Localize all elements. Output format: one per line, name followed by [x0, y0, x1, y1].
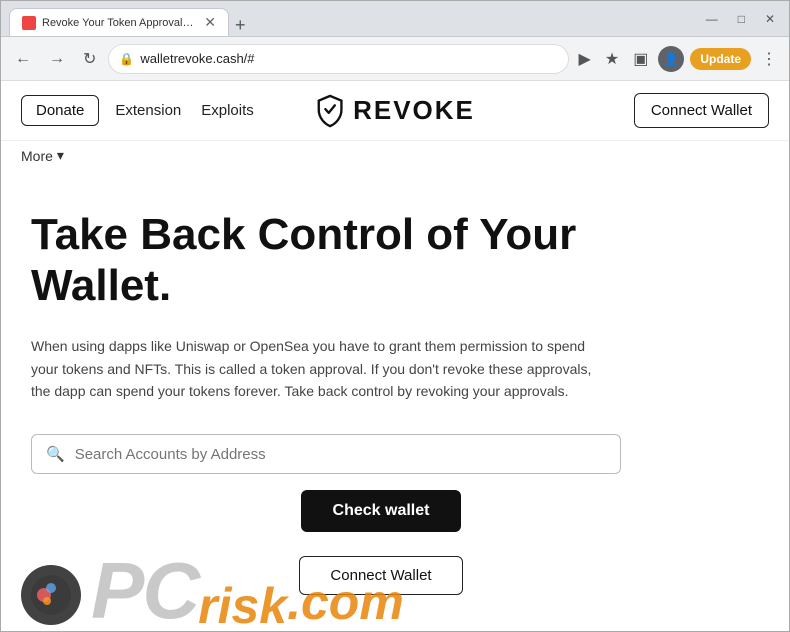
back-button[interactable]: ← [9, 46, 37, 72]
buttons-group: Check wallet Connect Wallet [31, 490, 731, 595]
search-icon: 🔍 [46, 445, 65, 463]
nav-links: Extension Exploits [115, 102, 253, 119]
page-content: Donate Extension Exploits REVOKE Connect… [1, 81, 789, 631]
more-label: More [21, 148, 53, 164]
nav-left: Donate Extension Exploits [21, 95, 254, 126]
address-bar[interactable]: 🔒 walletrevoke.cash/# [108, 44, 568, 74]
profile-button[interactable]: 👤 [658, 46, 684, 72]
update-button[interactable]: Update [690, 48, 751, 70]
search-bar[interactable]: 🔍 [31, 434, 621, 474]
brand-name: REVOKE [353, 95, 475, 126]
chevron-down-icon: ▾ [57, 147, 64, 164]
maximize-button[interactable]: □ [732, 10, 751, 28]
nav-right: Connect Wallet [634, 93, 769, 128]
hero-title-line1: Take Back Control of Your [31, 210, 576, 259]
browser-window: Revoke Your Token Approvals on... ✕ + — … [0, 0, 790, 632]
lock-icon: 🔒 [119, 52, 134, 66]
toolbar-actions: ▶ ★ ▣ 👤 Update ⋮ [575, 45, 781, 73]
cast-icon[interactable]: ▶ [575, 45, 595, 73]
connect-wallet-main-button[interactable]: Connect Wallet [299, 556, 462, 595]
more-button[interactable]: More ▾ [21, 147, 64, 164]
hero-title: Take Back Control of Your Wallet. [31, 210, 731, 311]
shield-icon [315, 94, 345, 128]
brand-logo [315, 94, 345, 128]
check-wallet-button[interactable]: Check wallet [301, 490, 461, 532]
active-tab[interactable]: Revoke Your Token Approvals on... ✕ [9, 8, 229, 36]
url-text: walletrevoke.cash/# [140, 51, 254, 66]
menu-icon[interactable]: ⋮ [757, 45, 781, 73]
window-controls: — □ ✕ [700, 10, 781, 28]
tab-close-icon[interactable]: ✕ [204, 14, 216, 31]
title-bar: Revoke Your Token Approvals on... ✕ + — … [1, 1, 789, 37]
tab-bar: Revoke Your Token Approvals on... ✕ + [9, 1, 252, 36]
new-tab-button[interactable]: + [229, 15, 252, 36]
minimize-button[interactable]: — [700, 10, 724, 28]
brand-logo-container[interactable]: REVOKE [315, 94, 475, 128]
forward-button[interactable]: → [43, 46, 71, 72]
reload-button[interactable]: ↻ [77, 45, 102, 73]
main-content: Take Back Control of Your Wallet. When u… [1, 170, 761, 625]
extensions-icon[interactable]: ▣ [629, 45, 652, 73]
donate-button[interactable]: Donate [21, 95, 99, 126]
hero-description: When using dapps like Uniswap or OpenSea… [31, 335, 611, 402]
hero-title-line2: Wallet. [31, 261, 171, 310]
extension-link[interactable]: Extension [115, 102, 181, 119]
connect-wallet-nav-button[interactable]: Connect Wallet [634, 93, 769, 128]
browser-toolbar: ← → ↻ 🔒 walletrevoke.cash/# ▶ ★ ▣ 👤 Upda… [1, 37, 789, 81]
bookmark-icon[interactable]: ★ [601, 45, 623, 73]
tab-favicon [22, 16, 36, 30]
close-button[interactable]: ✕ [759, 10, 781, 28]
nav-more-row: More ▾ [1, 141, 789, 170]
search-input[interactable] [75, 446, 606, 463]
exploits-link[interactable]: Exploits [201, 102, 254, 119]
tab-title: Revoke Your Token Approvals on... [42, 17, 198, 29]
site-navbar: Donate Extension Exploits REVOKE Connect… [1, 81, 789, 141]
